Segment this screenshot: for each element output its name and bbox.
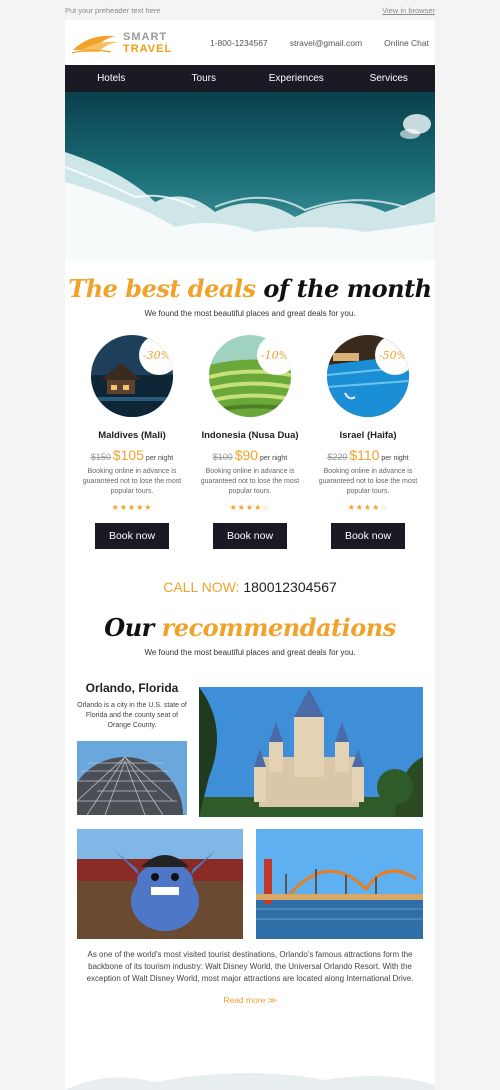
deal-description: Booking online in advance is guaranteed … bbox=[200, 468, 300, 495]
logo-line1: SMART bbox=[123, 30, 168, 43]
deals-list: -30% Maldives (Mali) $150 $105 per night… bbox=[65, 335, 435, 549]
deal-name: Israel (Haifa) bbox=[339, 430, 397, 441]
deal-description: Booking online in advance is guaranteed … bbox=[82, 468, 182, 495]
price-unit: per night bbox=[381, 455, 409, 462]
deal-card-israel: -50% Israel (Haifa) $220 $110 per night … bbox=[313, 335, 423, 549]
nav-item-hotels[interactable]: Hotels bbox=[65, 73, 157, 84]
phone-link[interactable]: 1-800-1234567 bbox=[210, 38, 268, 48]
header-links: 1-800-1234567 stravel@gmail.com Online C… bbox=[196, 38, 429, 48]
deal-price: $220 $110 per night bbox=[313, 447, 423, 463]
preheader-text: Put your preheader text here bbox=[65, 5, 161, 15]
castle-image[interactable] bbox=[199, 687, 423, 817]
call-now-label: CALL NOW: bbox=[163, 579, 240, 595]
recommendations-title: Our recommendations bbox=[65, 613, 435, 642]
hero-image bbox=[65, 92, 435, 260]
deal-image[interactable]: -10% bbox=[209, 335, 291, 417]
deal-name: Indonesia (Nusa Dua) bbox=[201, 430, 299, 441]
nav-item-experiences[interactable]: Experiences bbox=[250, 73, 342, 84]
deal-price: $150 $105 per night bbox=[77, 447, 187, 463]
preheader: Put your preheader text here View in bro… bbox=[65, 0, 435, 20]
deals-title-highlight: The best deals bbox=[68, 274, 256, 303]
rating-stars-icon: ★★★★☆ bbox=[347, 503, 389, 512]
price-unit: per night bbox=[145, 455, 174, 462]
epcot-sphere-image[interactable] bbox=[77, 741, 187, 815]
book-now-button[interactable]: Book now bbox=[95, 523, 169, 549]
recommendations-subtitle: We found the most beautiful places and g… bbox=[144, 648, 356, 657]
deals-subtitle: We found the most beautiful places and g… bbox=[144, 309, 356, 318]
deals-title: The best deals of the month bbox=[65, 274, 435, 303]
deal-name: Maldives (Mali) bbox=[98, 430, 166, 441]
deal-card-maldives: -30% Maldives (Mali) $150 $105 per night… bbox=[77, 335, 187, 549]
new-price: $105 bbox=[112, 447, 144, 463]
rating-stars-icon: ★★★★☆ bbox=[229, 503, 271, 512]
orlando-description: Orlando is a city in the U.S. state of F… bbox=[77, 702, 187, 729]
rating-stars-icon: ★★★★★ bbox=[111, 503, 153, 512]
book-now-button[interactable]: Book now bbox=[331, 523, 405, 549]
new-price: $110 bbox=[349, 447, 380, 463]
recommendations-title-highlight: recommendations bbox=[161, 613, 397, 642]
deal-description: Booking online in advance is guaranteed … bbox=[318, 468, 418, 495]
new-price: $90 bbox=[234, 447, 259, 463]
logo-line2: TRAVEL bbox=[123, 42, 173, 55]
book-now-button[interactable]: Book now bbox=[213, 523, 287, 549]
deal-image[interactable]: -30% bbox=[91, 335, 173, 417]
discount-badge: -30% bbox=[139, 335, 173, 375]
old-price: $220 bbox=[327, 452, 348, 462]
discount-badge: -50% bbox=[375, 335, 409, 375]
call-now[interactable]: CALL NOW: 180012304567 bbox=[65, 579, 435, 595]
nav-item-tours[interactable]: Tours bbox=[158, 73, 250, 84]
header: SMART TRAVEL 1-800-1234567 stravel@gmail… bbox=[65, 20, 435, 65]
logo-text: SMART TRAVEL bbox=[123, 31, 172, 55]
orlando-title: Orlando, Florida bbox=[85, 681, 179, 695]
footer-image-strip bbox=[65, 1060, 435, 1090]
logo-wing-icon bbox=[71, 28, 123, 58]
old-price: $150 bbox=[90, 452, 111, 462]
deal-image[interactable]: -50% bbox=[327, 335, 409, 417]
nav-item-services[interactable]: Services bbox=[343, 73, 435, 84]
logo[interactable]: SMART TRAVEL bbox=[71, 28, 196, 58]
main-nav: Hotels Tours Experiences Services bbox=[65, 65, 435, 92]
email-body: SMART TRAVEL 1-800-1234567 stravel@gmail… bbox=[65, 20, 435, 1090]
deal-price: $100 $90 per night bbox=[195, 447, 305, 463]
old-price: $100 bbox=[212, 452, 233, 462]
email-link[interactable]: stravel@gmail.com bbox=[290, 38, 362, 48]
view-in-browser-link[interactable]: View in browser bbox=[382, 6, 435, 15]
call-now-number[interactable]: 180012304567 bbox=[243, 579, 336, 595]
universal-resort-image[interactable] bbox=[256, 829, 423, 939]
recommendations-title-start: Our bbox=[104, 613, 154, 642]
price-unit: per night bbox=[260, 455, 288, 462]
deal-card-indonesia: -10% Indonesia (Nusa Dua) $100 $90 per n… bbox=[195, 335, 305, 549]
discount-badge: -10% bbox=[257, 335, 291, 375]
deals-title-rest: of the month bbox=[263, 274, 432, 303]
stitch-pirate-image[interactable] bbox=[77, 829, 243, 939]
online-chat-link[interactable]: Online Chat bbox=[384, 38, 429, 48]
orlando-block: Orlando, Florida Orlando is a city in th… bbox=[65, 675, 435, 1005]
